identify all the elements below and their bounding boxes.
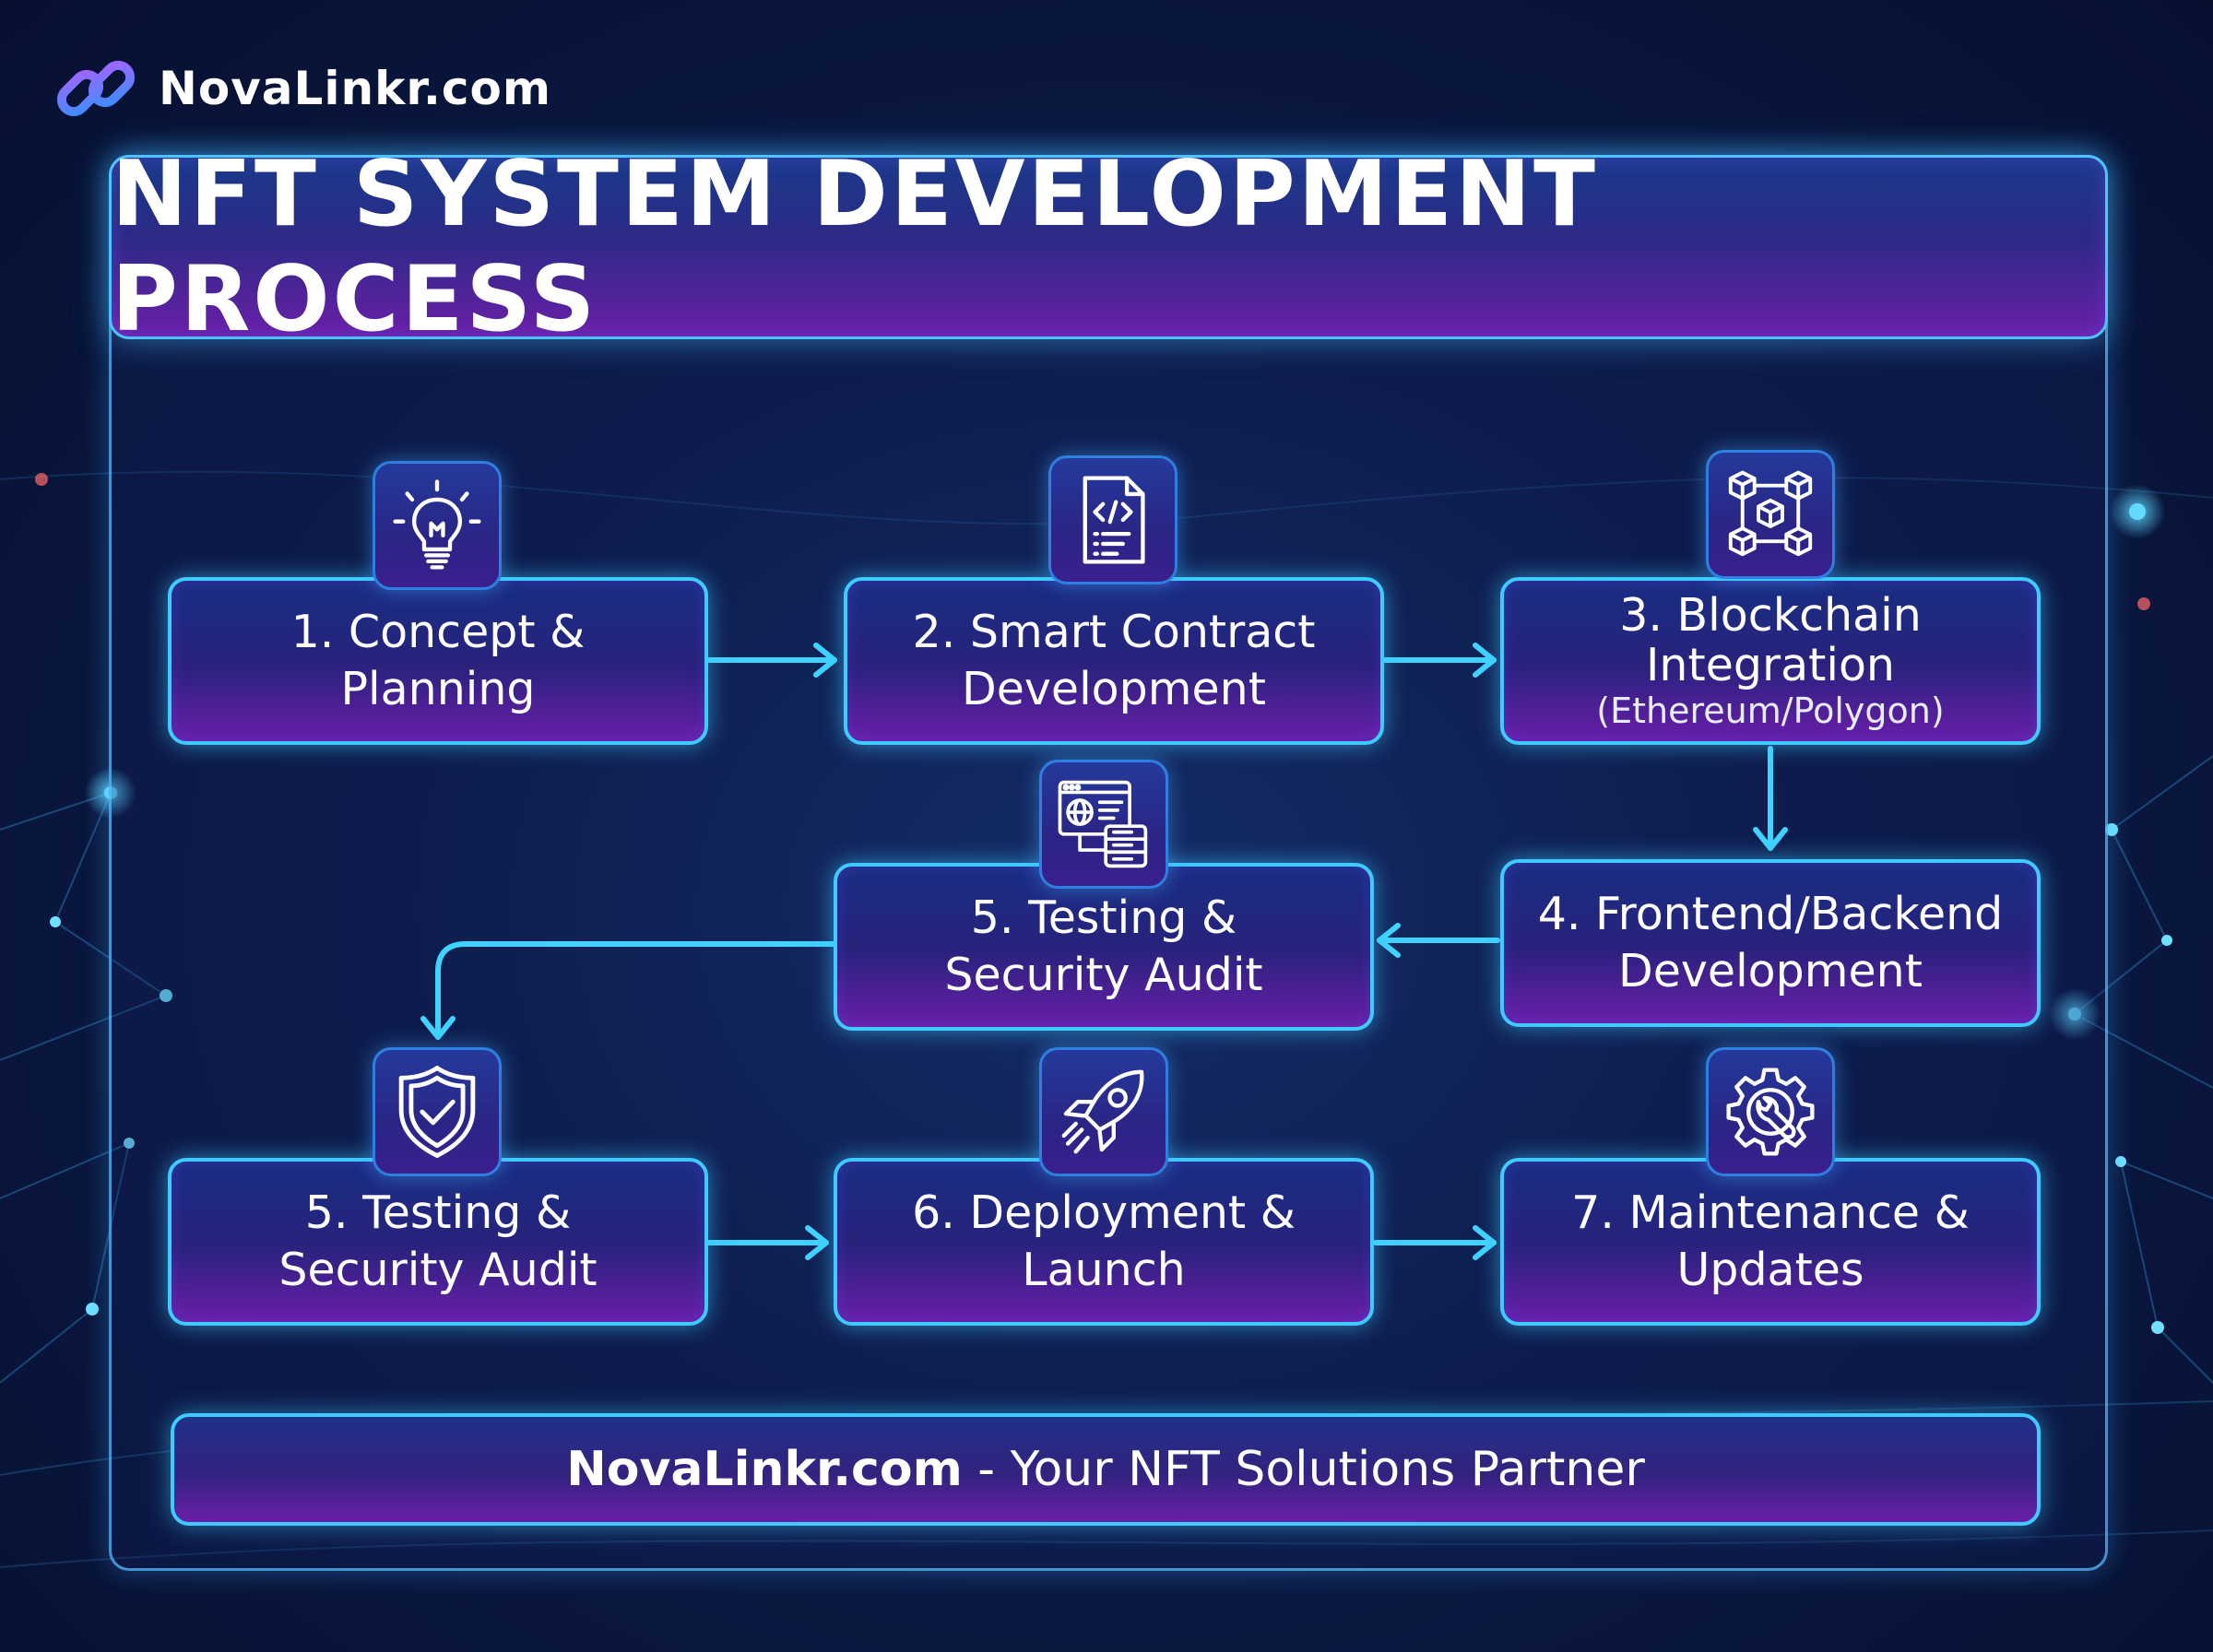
step-deployment-launch[interactable]: 6. Deployment & Launch	[834, 1158, 1374, 1326]
page-title: NFT SYSTEM DEVELOPMENT PROCESS	[112, 142, 1598, 352]
step-maintenance-updates[interactable]: 7. Maintenance & Updates	[1500, 1158, 2041, 1326]
code-document-icon	[1083, 476, 1145, 564]
step-icon-tile	[1048, 455, 1178, 584]
blockchain-cubes-icon	[1728, 470, 1813, 557]
footer-banner: NovaLinkr.com - Your NFT Solutions Partn…	[171, 1413, 2041, 1526]
rocket-icon	[1061, 1069, 1144, 1154]
step-testing-security-audit[interactable]: 5. Testing & Security Audit	[168, 1158, 708, 1326]
step-label: 5. Testing & Security Audit	[278, 1186, 598, 1296]
brand-logo[interactable]: NovaLinkr.com	[52, 44, 551, 133]
step-sublabel: (Ethereum/Polygon)	[1596, 690, 1945, 731]
step-icon-tile	[1039, 1047, 1168, 1176]
step-concept-planning[interactable]: 1. Concept & Planning	[168, 577, 708, 745]
brand-name: NovaLinkr.com	[159, 62, 551, 115]
web-server-icon	[1058, 780, 1148, 868]
footer-brand: NovaLinkr.com	[566, 1442, 963, 1497]
step-icon-tile	[1039, 760, 1168, 889]
step-frontend-backend-development[interactable]: 4. Frontend/Backend Development	[1500, 859, 2041, 1027]
step-smart-contract-development[interactable]: 2. Smart Contract Development	[844, 577, 1384, 745]
step-label: 6. Deployment & Launch	[912, 1186, 1296, 1296]
chain-link-icon	[56, 60, 136, 117]
shield-check-icon	[398, 1066, 476, 1158]
step-icon-tile	[373, 461, 502, 590]
gear-wrench-icon	[1726, 1068, 1815, 1156]
lightbulb-icon	[393, 479, 481, 570]
step-label: 4. Frontend/Backend Development	[1537, 888, 2004, 997]
step-icon-tile	[373, 1047, 502, 1176]
step-label: 7. Maintenance & Updates	[1571, 1186, 1970, 1296]
step-label: 1. Concept & Planning	[290, 606, 586, 715]
step-label: 5. Testing & Security Audit	[944, 891, 1263, 1001]
footer-tagline: - Your NFT Solutions Partner	[962, 1442, 1645, 1497]
step-label: 2. Smart Contract Development	[912, 606, 1316, 715]
title-bar: NFT SYSTEM DEVELOPMENT PROCESS	[109, 142, 2108, 352]
step-icon-tile	[1706, 450, 1835, 579]
step-icon-tile	[1706, 1047, 1835, 1176]
step-label: 3. Blockchain Integration	[1619, 589, 1922, 691]
step-blockchain-integration[interactable]: 3. Blockchain Integration (Ethereum/Poly…	[1500, 577, 2041, 745]
